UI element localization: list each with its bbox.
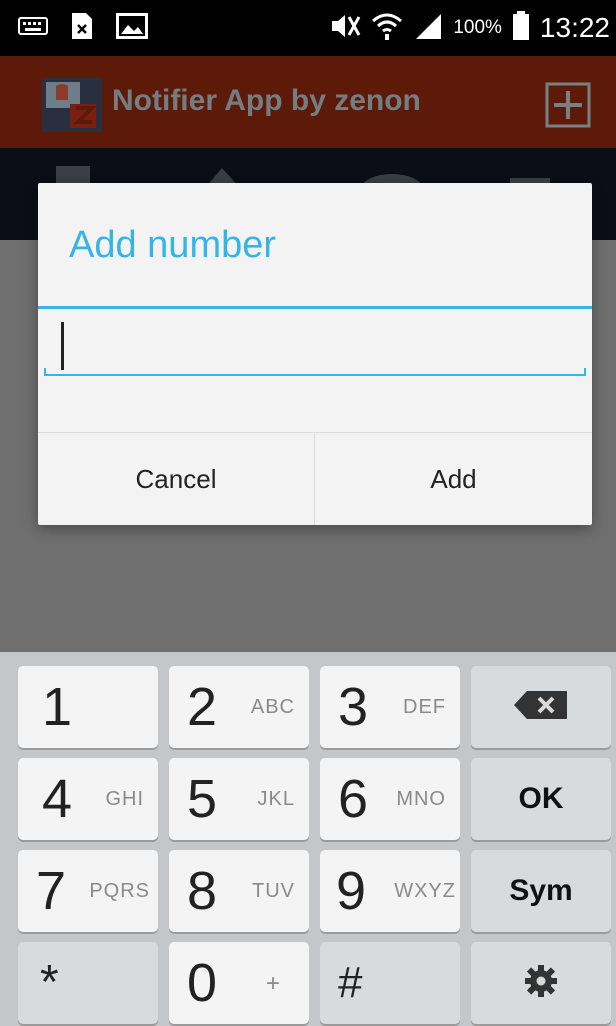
numeric-keypad: 1 2 ABC 3 DEF 4 GHI 5 JKL 6 MNO OK 7 PQR…: [0, 652, 616, 1026]
key-number: 1: [42, 677, 73, 737]
key-8[interactable]: 8 TUV: [169, 850, 309, 932]
key-0[interactable]: 0 +: [169, 942, 309, 1024]
key-letters: JKL: [257, 788, 295, 810]
app-title: Notifier App by zenon: [112, 84, 421, 117]
key-number: #: [338, 958, 363, 1007]
add-button[interactable]: Add: [315, 433, 592, 525]
title-divider: [38, 306, 592, 309]
key-number: 5: [187, 769, 218, 829]
key-1[interactable]: 1: [18, 666, 158, 748]
ok-key[interactable]: OK: [471, 758, 611, 840]
key-number: 8: [187, 861, 218, 921]
key-number: 9: [336, 861, 367, 921]
backspace-icon: [513, 690, 569, 725]
text-cursor: [61, 322, 64, 370]
key-letters: TUV: [252, 880, 295, 902]
sym-label: Sym: [509, 874, 573, 907]
ok-label: OK: [518, 782, 564, 815]
key-number: 0: [187, 953, 218, 1013]
key-9[interactable]: 9 WXYZ: [320, 850, 460, 932]
key-2[interactable]: 2 ABC: [169, 666, 309, 748]
number-input[interactable]: [46, 318, 586, 374]
key-number: 6: [338, 769, 369, 829]
key-number: 4: [42, 769, 73, 829]
key-number: *: [40, 956, 59, 1009]
dialog-title: Add number: [69, 224, 277, 266]
sym-key[interactable]: Sym: [471, 850, 611, 932]
status-bar: 100% 13:22: [0, 0, 616, 56]
key-3[interactable]: 3 DEF: [320, 666, 460, 748]
add-contact-icon[interactable]: [545, 82, 591, 128]
key-letters: MNO: [396, 788, 446, 810]
backspace-key[interactable]: [471, 666, 611, 748]
key-hash[interactable]: #: [320, 942, 460, 1024]
keyboard-icon: [18, 17, 48, 39]
key-letters: +: [265, 970, 281, 997]
image-icon: [116, 13, 148, 43]
app-logo-icon: [42, 78, 102, 132]
gear-icon: [524, 964, 558, 1003]
input-underline: [44, 374, 586, 376]
key-6[interactable]: 6 MNO: [320, 758, 460, 840]
signal-icon: [413, 12, 443, 44]
battery-percent: 100%: [453, 17, 502, 38]
key-7[interactable]: 7 PQRS: [18, 850, 158, 932]
input-underline-left-tick: [44, 368, 46, 376]
key-number: 3: [338, 677, 369, 737]
key-letters: DEF: [403, 696, 446, 718]
key-letters: PQRS: [89, 880, 150, 902]
key-number: 2: [187, 677, 218, 737]
key-letters: WXYZ: [394, 880, 456, 902]
input-underline-right-tick: [584, 368, 586, 376]
key-5[interactable]: 5 JKL: [169, 758, 309, 840]
clock: 13:22: [539, 12, 610, 43]
sim-blocked-icon: [70, 11, 94, 45]
key-star[interactable]: *: [18, 942, 158, 1024]
settings-key[interactable]: [471, 942, 611, 1024]
cancel-button[interactable]: Cancel: [38, 433, 314, 525]
key-number: 7: [36, 861, 67, 921]
key-4[interactable]: 4 GHI: [18, 758, 158, 840]
wifi-icon: [371, 11, 403, 45]
key-letters: ABC: [250, 696, 295, 718]
key-letters: GHI: [105, 788, 144, 810]
battery-icon: [512, 11, 530, 45]
mute-icon: [329, 13, 361, 43]
